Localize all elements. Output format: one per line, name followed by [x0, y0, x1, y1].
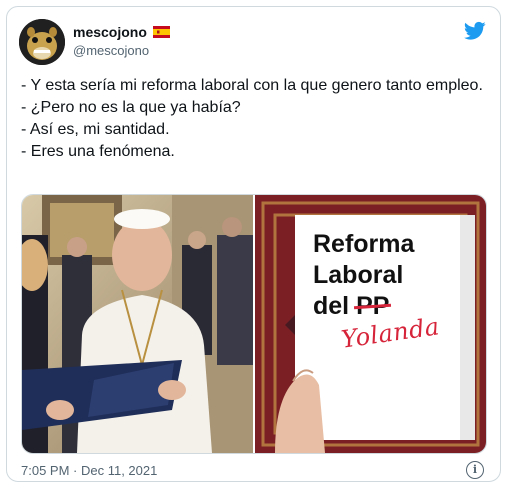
tweet-line: - Así es, mi santidad.: [21, 121, 170, 138]
author-name-text[interactable]: mescojono: [73, 23, 147, 41]
info-icon[interactable]: i: [466, 461, 484, 479]
document-title: Reforma Laboral del PP: [313, 229, 414, 322]
struck-text: PP: [356, 292, 390, 320]
tweet-media[interactable]: Reforma Laboral del PP Yolanda: [21, 194, 487, 454]
tweet-card: mescojono @mescojono - Y esta sería mi r…: [6, 6, 501, 482]
tweet-line: - Eres una fenómena.: [21, 143, 175, 160]
spain-flag-icon: [152, 26, 170, 38]
document-line-3-prefix: del: [313, 292, 357, 320]
author-name[interactable]: mescojono: [73, 23, 170, 41]
avatar[interactable]: [19, 19, 65, 65]
tweet-text: - Y esta sería mi reforma laboral con la…: [21, 75, 491, 163]
author-handle[interactable]: @mescojono: [73, 43, 149, 58]
tweet-line: - ¿Pero no es la que ya había?: [21, 99, 241, 116]
tweet-timestamp[interactable]: 7:05 PM · Dec 11, 2021: [21, 463, 157, 478]
tweet-line: - Y esta sería mi reforma laboral con la…: [21, 77, 483, 94]
document-photo[interactable]: Reforma Laboral del PP Yolanda: [255, 195, 486, 453]
document-line-1: Reforma: [313, 230, 415, 258]
twitter-bird-icon[interactable]: [464, 21, 486, 41]
document-line-2: Laboral: [313, 261, 404, 289]
pope-photo[interactable]: [22, 195, 253, 453]
